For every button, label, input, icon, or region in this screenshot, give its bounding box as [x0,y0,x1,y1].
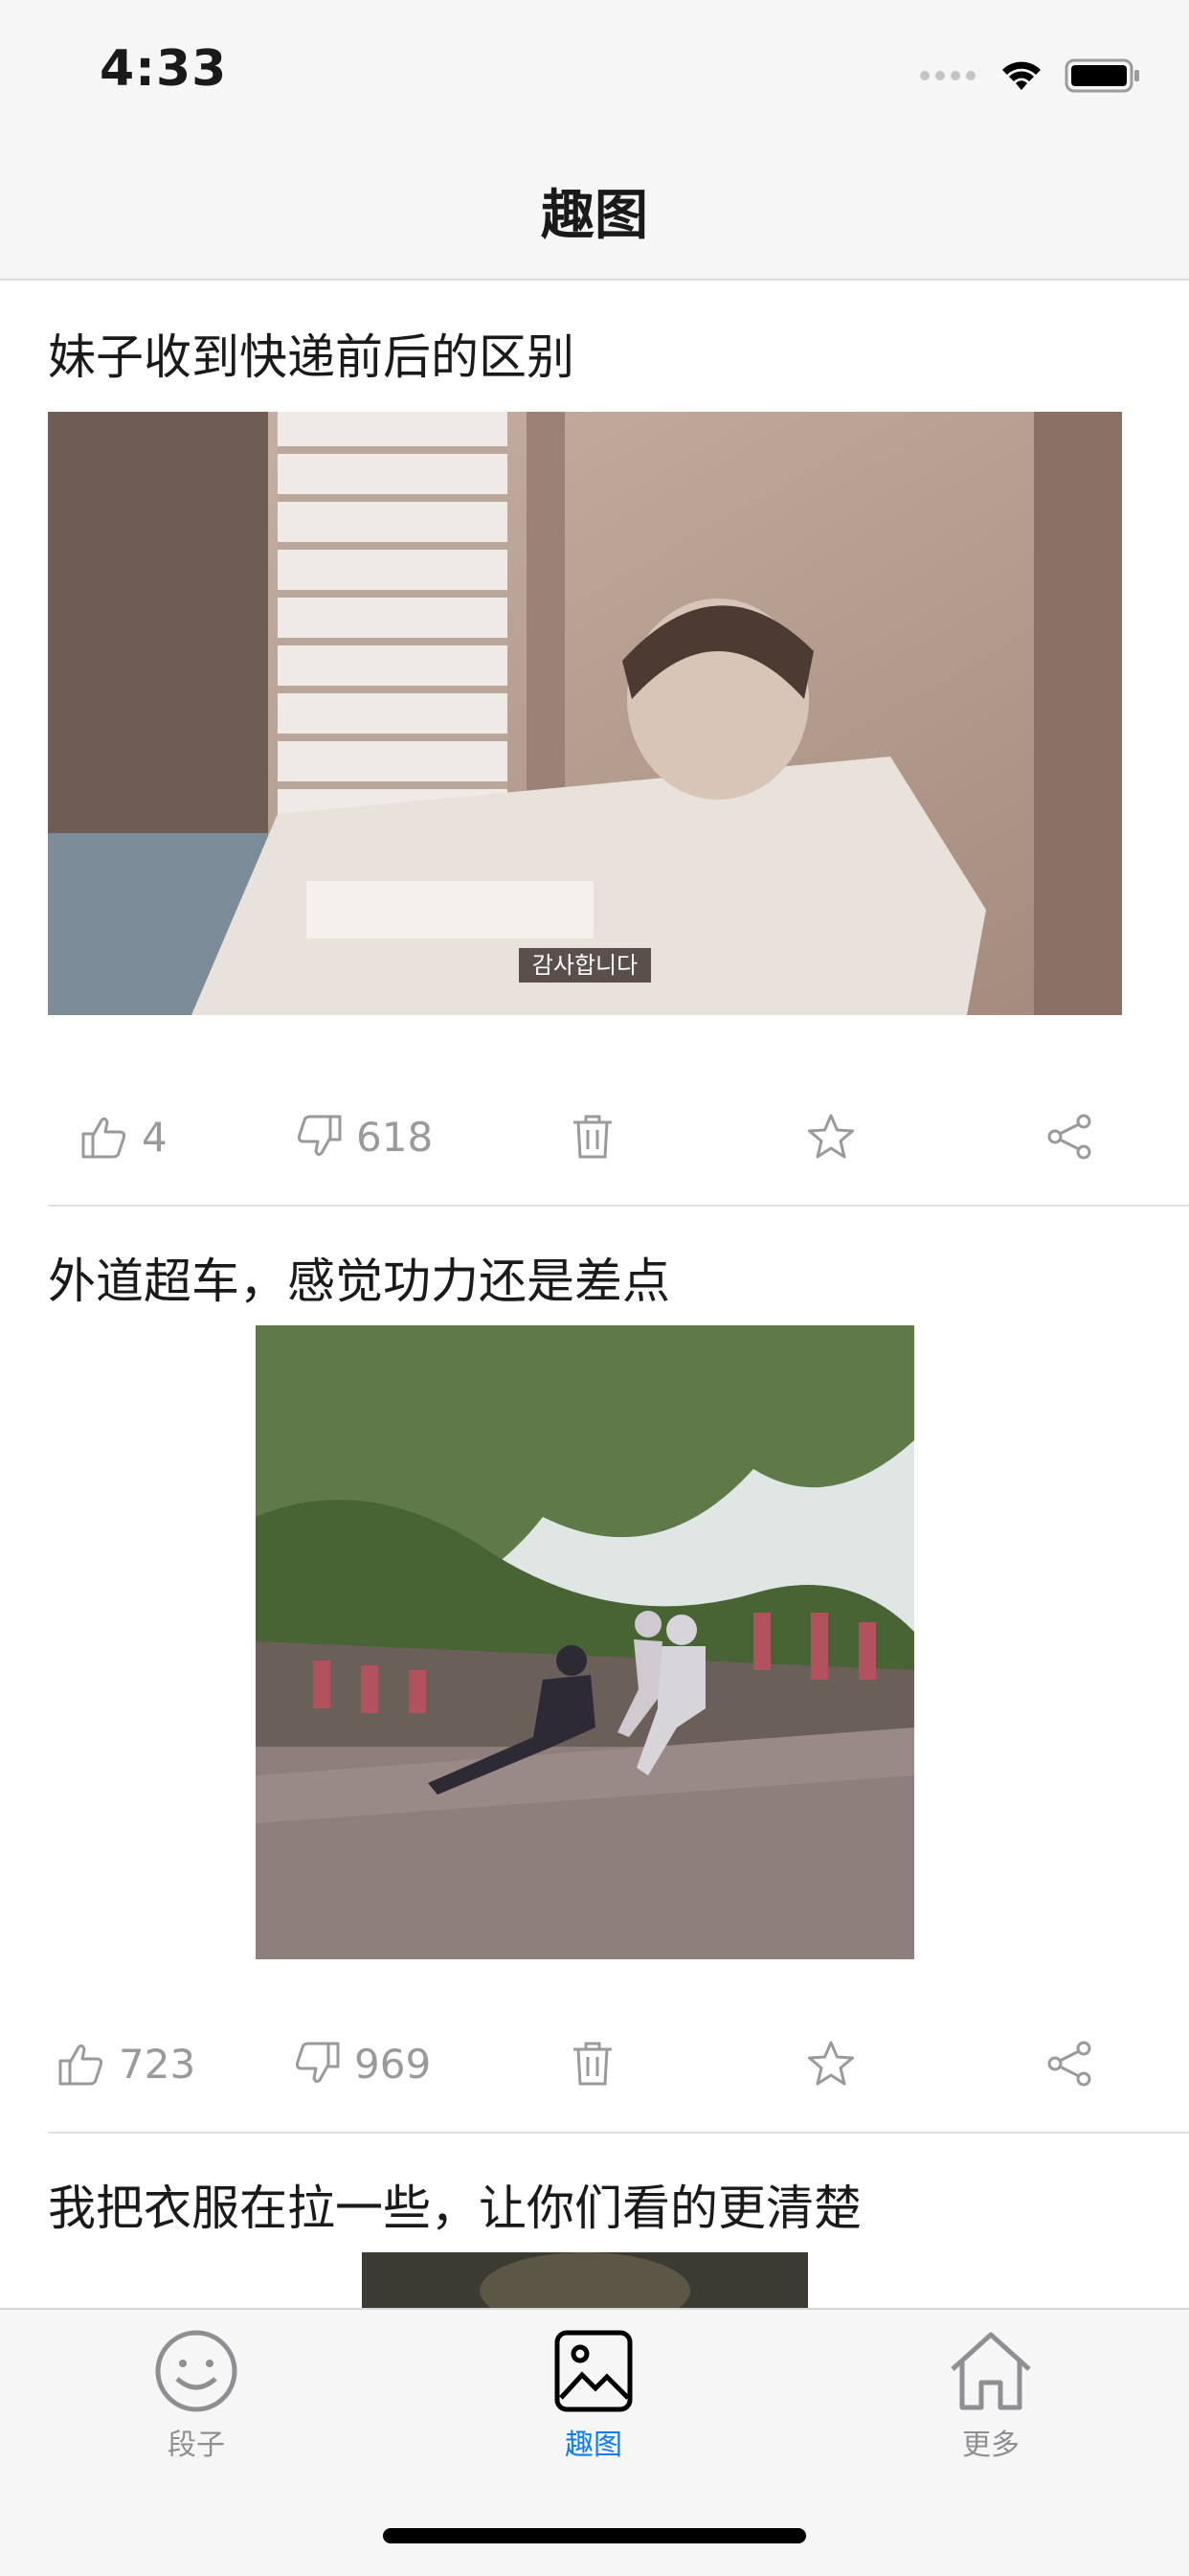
tab-label: 趣图 [565,2429,622,2462]
battery-icon [1065,58,1139,93]
like-count: 723 [119,2040,196,2088]
delete-button[interactable] [571,1098,615,1175]
smiley-icon [155,2330,237,2412]
share-icon [1047,2041,1091,2087]
thumbs-up-icon [58,2044,103,2086]
divider [48,2132,1189,2134]
favorite-button[interactable] [806,1098,856,1175]
share-button[interactable] [1045,1098,1095,1175]
share-button[interactable] [1045,2025,1095,2102]
favorite-button[interactable] [806,2025,856,2102]
dislike-count: 618 [356,1113,434,1161]
post-image[interactable] [256,1325,914,1959]
dislike-button[interactable]: 618 [295,1098,433,1175]
home-indicator[interactable] [383,2528,806,2543]
share-icon [1047,1114,1091,1160]
picture-icon [554,2330,633,2412]
star-icon [808,2041,854,2086]
dislike-count: 969 [354,2040,432,2088]
post-image[interactable]: 감사합니다 [48,412,1122,1015]
dislike-button[interactable]: 969 [293,2025,431,2102]
tab-label: 更多 [962,2429,1020,2462]
post-actions: 4 618 [0,1098,1189,1175]
header: 4:33 趣图 [0,0,1189,281]
post-title: 外道超车，感觉功力还是差点 [48,1254,670,1309]
tab-jokes[interactable]: 段子 [101,2327,292,2463]
star-icon [808,1114,854,1159]
thumbs-down-icon [297,1115,342,1157]
post-title: 妹子收到快递前后的区别 [48,329,574,385]
status-icons [919,52,1141,100]
divider [48,1205,1189,1207]
tab-more[interactable]: 更多 [895,2327,1087,2463]
status-time: 4:33 [100,40,228,98]
post-title: 我把衣服在拉一些，让你们看的更清楚 [48,2181,862,2236]
trash-icon [573,1115,612,1159]
trash-icon [573,2042,612,2086]
thumbs-up-icon [81,1117,126,1159]
like-button[interactable]: 723 [57,2025,195,2102]
delete-button[interactable] [571,2025,615,2102]
post-feed[interactable]: 妹子收到快递前后的区别 감사합니다 4 618 外道超车，感觉功力还是差点 72… [0,281,1189,2308]
post-actions: 723 969 [0,2025,1189,2102]
signal-dots-icon [920,71,976,80]
post-image[interactable] [362,2252,808,2308]
house-icon [951,2332,1031,2410]
thumbs-down-icon [295,2042,340,2084]
tab-label: 段子 [168,2429,225,2462]
tab-funny-pics[interactable]: 趣图 [498,2327,689,2463]
like-button[interactable]: 4 [80,1098,168,1175]
page-title: 趣图 [541,185,648,247]
wifi-icon [1002,61,1041,90]
image-caption: 감사합니다 [532,952,638,979]
like-count: 4 [142,1113,168,1161]
